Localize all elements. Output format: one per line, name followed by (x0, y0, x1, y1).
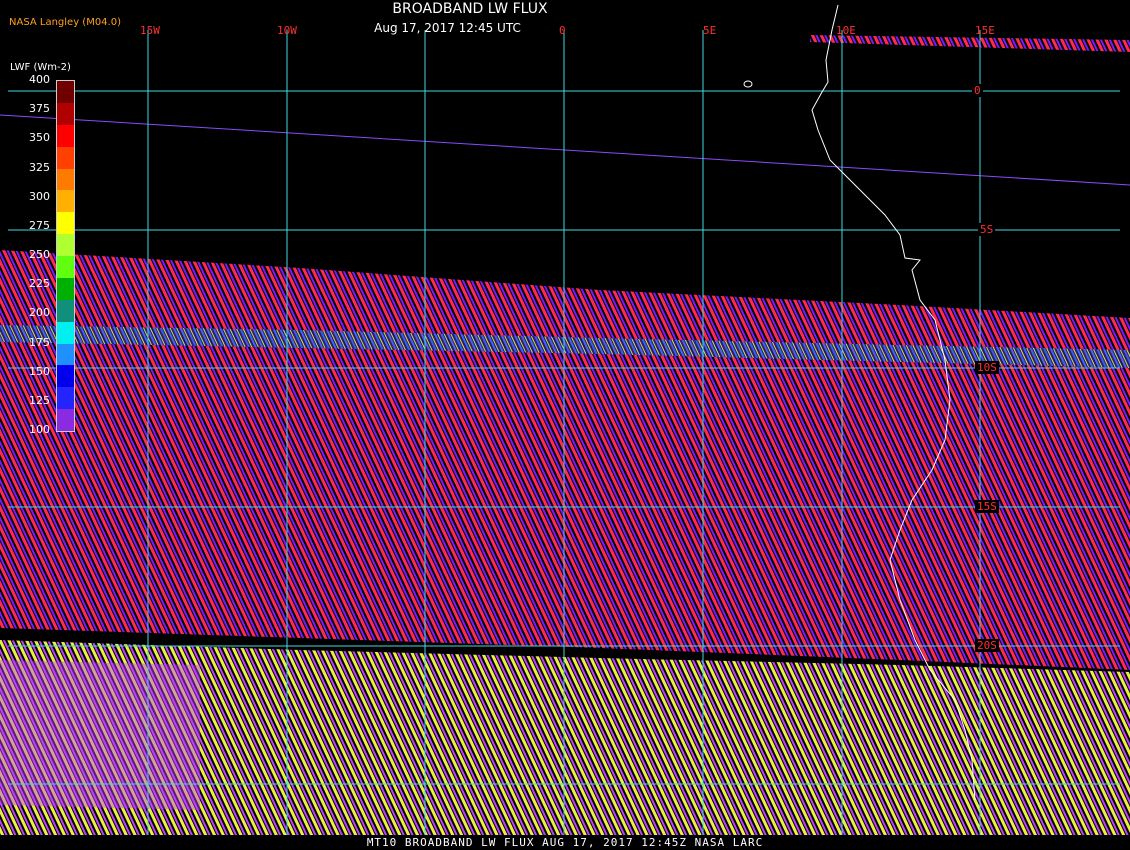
colorbar-segment (57, 343, 74, 366)
colorbar-tick-label: 350 (29, 131, 50, 145)
colorbar-segment (57, 146, 74, 169)
swath-main (0, 250, 1130, 670)
lon-label-15w: 15W (140, 24, 160, 37)
colorbar-tick-label: 250 (29, 248, 50, 261)
lon-label-0: 0 (559, 24, 566, 37)
lat-label-0: 0 (972, 84, 983, 97)
swath-top-right (810, 35, 1130, 52)
colorbar-tick-label: 325 (29, 160, 50, 174)
colorbar-tick-label: 375 (29, 102, 50, 116)
colorbar-segment (57, 256, 74, 278)
colorbar-segment (57, 409, 74, 431)
colorbar-segment (57, 277, 74, 300)
colorbar-segment (57, 299, 74, 322)
lat-label-20s: 20S (975, 639, 999, 652)
lon-label-10e: 10E (836, 24, 856, 37)
colorbar-tick-label: 400 (29, 73, 50, 86)
lon-label-10w: 10W (277, 24, 297, 37)
colorbar-segment (57, 190, 74, 213)
lon-label-5e: 5E (703, 24, 717, 37)
colorbar-tick-label: 150 (29, 364, 50, 378)
data-source-label: NASA Langley (M04.0) (9, 17, 121, 28)
lat-label-5s: 5S (978, 223, 996, 236)
colorbar-segment (57, 321, 74, 344)
colorbar-tick-label: 225 (29, 277, 50, 291)
colorbar-segment (57, 234, 74, 256)
colorbar-tick-label: 175 (29, 335, 50, 349)
island (743, 80, 753, 88)
colorbar-segment (57, 212, 74, 235)
colorbar-tick-label: 300 (29, 189, 50, 203)
colorbar-segment (57, 365, 74, 388)
orbit-track (0, 114, 1130, 186)
satellite-image-viewer: BROADBAND LW FLUX Aug 17, 2017 12:45 UTC… (0, 0, 1130, 850)
colorbar-segment (57, 102, 74, 125)
colorbar-segment (57, 387, 74, 410)
colorbar-title: LWF (Wm-2) (10, 62, 71, 73)
map-timestamp: Aug 17, 2017 12:45 UTC (374, 21, 521, 35)
flux-map (0, 4, 1130, 835)
colorbar-tick-label: 100 (29, 423, 50, 436)
footer-caption: MT10 BROADBAND LW FLUX AUG 17, 2017 12:4… (366, 836, 764, 849)
swath-lower-magenta (0, 660, 200, 810)
map-title: BROADBAND LW FLUX (392, 1, 548, 17)
colorbar-tick-label: 275 (29, 218, 50, 232)
lat-label-15s: 15S (975, 500, 999, 513)
lat-label-10s: 10S (975, 361, 999, 374)
colorbar-tick-label: 200 (29, 306, 50, 320)
colorbar (56, 80, 75, 432)
colorbar-segment (57, 168, 74, 191)
colorbar-tick-label: 125 (29, 393, 50, 407)
colorbar-segment (57, 124, 74, 147)
colorbar-segment (57, 81, 74, 103)
lon-label-15e: 15E (975, 24, 995, 37)
